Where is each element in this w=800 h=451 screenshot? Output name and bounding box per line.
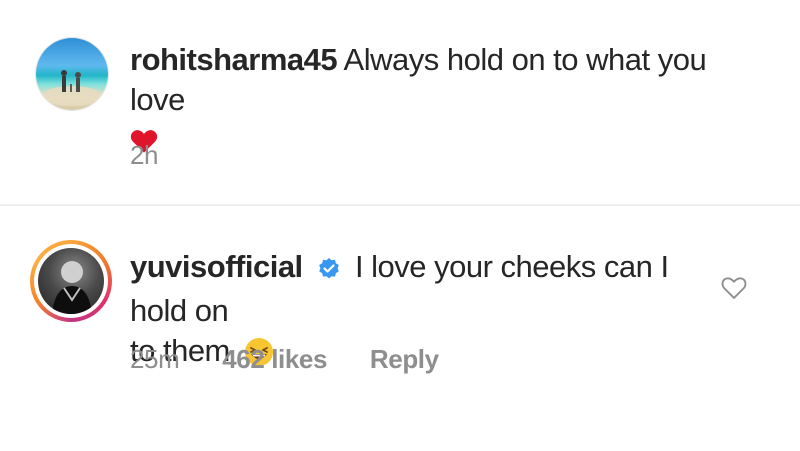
comment-item: yuvisofficial I love your cheeks can I h… — [0, 230, 800, 430]
heart-outline-icon — [721, 277, 747, 299]
avatar[interactable] — [36, 38, 108, 110]
divider — [0, 204, 800, 206]
comment-time: 25m — [130, 344, 180, 374]
comment-item: rohitsharma45 Always hold on to what you… — [0, 30, 800, 200]
comment-username[interactable]: rohitsharma45 — [130, 42, 338, 77]
comment-meta: 25m 462 likes Reply — [130, 344, 475, 375]
avatar-image — [38, 248, 104, 314]
like-comment-button[interactable] — [720, 274, 748, 302]
comment-meta: 2h — [130, 140, 194, 171]
beach-people-graphic — [42, 70, 102, 106]
avatar-image — [36, 38, 108, 110]
verified-badge-icon — [317, 251, 341, 291]
story-ring — [30, 240, 112, 322]
comment-text: rohitsharma45 Always hold on to what you… — [130, 40, 750, 164]
avatar[interactable] — [30, 240, 112, 322]
comment-username[interactable]: yuvisofficial — [130, 249, 303, 284]
comment-time: 2h — [130, 140, 159, 170]
reply-button[interactable]: Reply — [370, 344, 439, 374]
likes-count[interactable]: 462 likes — [222, 344, 327, 374]
person-silhouette-graphic — [52, 261, 92, 314]
